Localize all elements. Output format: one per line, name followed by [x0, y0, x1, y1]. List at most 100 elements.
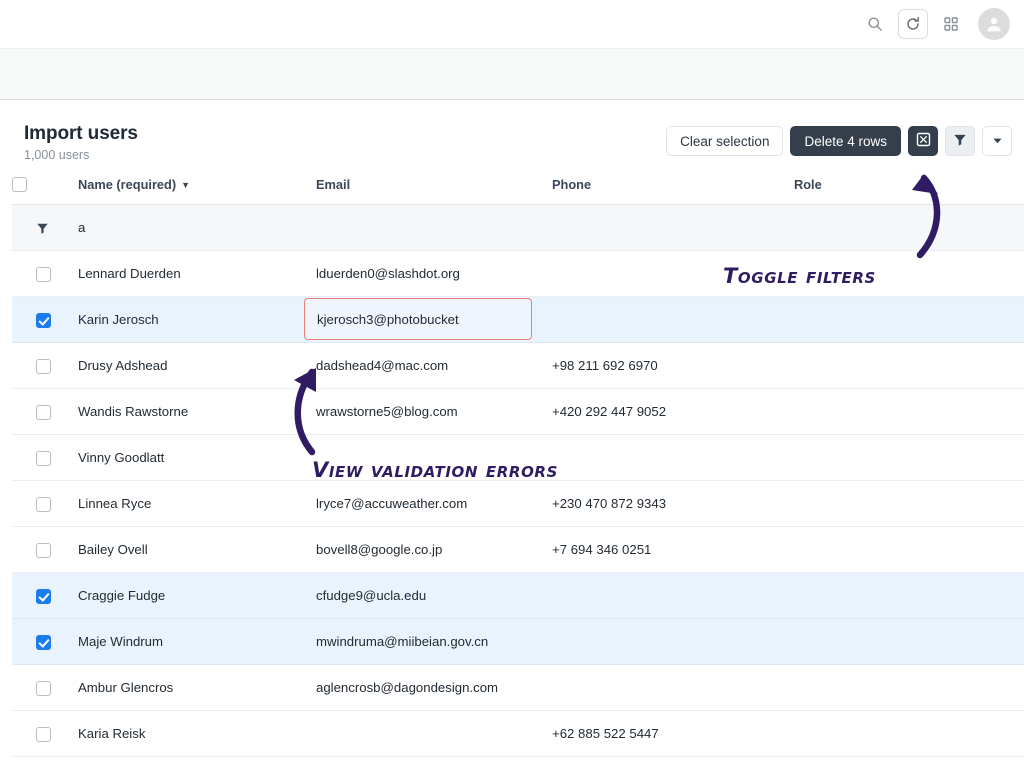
row-checkbox[interactable]	[36, 358, 51, 374]
table-row[interactable]: Vinny Goodlatt	[12, 434, 1024, 482]
row-checkbox[interactable]	[36, 266, 51, 282]
cell-name[interactable]: Karin Jerosch	[66, 296, 304, 344]
row-select-cell[interactable]	[12, 526, 66, 574]
row-select-cell[interactable]	[12, 480, 66, 528]
cell-phone[interactable]: +98 211 692 6970	[540, 342, 782, 390]
table-row[interactable]: Bailey Ovell bovell8@google.co.jp +7 694 3…	[12, 526, 1024, 574]
cell-role[interactable]	[782, 388, 1024, 436]
cell-name[interactable]: Craggie Fudge	[66, 572, 304, 620]
cell-email[interactable]: lryce7@accuweather.com	[304, 480, 540, 528]
cell-email[interactable]: cfudge9@ucla.edu	[304, 572, 540, 620]
row-select-cell[interactable]	[12, 342, 66, 390]
cell-email[interactable]: mwindruma@miibeian.gov.cn	[304, 618, 540, 666]
table-row[interactable]: Karia Reisk +62 885 522 5447	[12, 710, 1024, 758]
cell-email-error[interactable]: kjerosch3@photobucket	[304, 298, 532, 341]
filter-input-email[interactable]	[304, 204, 540, 252]
cell-email[interactable]: lduerden0@slashdot.org	[304, 250, 540, 298]
row-select-cell[interactable]	[12, 664, 66, 712]
cell-email[interactable]	[304, 710, 540, 758]
row-checkbox[interactable]	[36, 680, 51, 696]
view-validation-errors-button[interactable]	[908, 126, 938, 156]
filter-input-name[interactable]: a	[66, 204, 304, 252]
cell-email[interactable]: wrawstorne5@blog.com	[304, 388, 540, 436]
cell-name[interactable]: Bailey Ovell	[66, 526, 304, 574]
cell-role[interactable]	[782, 342, 1024, 390]
cell-role[interactable]	[782, 710, 1024, 758]
table-row[interactable]: Maje Windrum mwindruma@miibeian.gov.cn	[12, 618, 1024, 666]
row-checkbox[interactable]	[36, 542, 51, 558]
row-select-cell[interactable]	[12, 710, 66, 758]
reload-icon[interactable]	[898, 9, 928, 39]
row-checkbox[interactable]	[36, 404, 51, 420]
user-avatar-icon[interactable]	[978, 8, 1010, 40]
cell-phone[interactable]	[540, 296, 782, 344]
cell-phone[interactable]: +62 885 522 5447	[540, 710, 782, 758]
row-select-cell[interactable]	[12, 388, 66, 436]
cell-phone[interactable]: +230 470 872 9343	[540, 480, 782, 528]
row-select-cell[interactable]	[12, 296, 66, 344]
cell-phone[interactable]	[540, 664, 782, 712]
column-header-email[interactable]: Email	[304, 166, 540, 206]
apps-grid-icon[interactable]	[934, 7, 968, 41]
row-checkbox[interactable]	[36, 450, 51, 466]
cell-name[interactable]: Karia Reisk	[66, 710, 304, 758]
column-header-phone[interactable]: Phone	[540, 166, 782, 206]
cell-name[interactable]: Wandis Rawstorne	[66, 388, 304, 436]
cell-role[interactable]	[782, 664, 1024, 712]
toggle-filters-button[interactable]	[945, 126, 975, 156]
cell-name[interactable]: Ambur Glencros	[66, 664, 304, 712]
cell-name[interactable]: Drusy Adshead	[66, 342, 304, 390]
cell-role[interactable]	[782, 618, 1024, 666]
cell-phone[interactable]	[540, 434, 782, 482]
row-checkbox[interactable]	[36, 726, 51, 742]
filter-input-role[interactable]	[782, 204, 1024, 252]
row-select-cell[interactable]	[12, 572, 66, 620]
sort-caret-icon[interactable]: ▼	[181, 180, 190, 190]
cell-email[interactable]: kjerosch3@photobucket	[304, 296, 540, 344]
funnel-icon[interactable]	[36, 220, 49, 235]
more-options-button[interactable]	[982, 126, 1012, 156]
cell-phone[interactable]	[540, 618, 782, 666]
table-row[interactable]: Karin Jerosch kjerosch3@photobucket	[12, 296, 1024, 344]
search-icon[interactable]	[858, 7, 892, 41]
cell-role[interactable]	[782, 480, 1024, 528]
cell-email[interactable]: bovell8@google.co.jp	[304, 526, 540, 574]
cell-name[interactable]: Linnea Ryce	[66, 480, 304, 528]
table-row[interactable]: Craggie Fudge cfudge9@ucla.edu	[12, 572, 1024, 620]
row-checkbox[interactable]	[36, 312, 51, 328]
select-all-checkbox[interactable]	[12, 177, 27, 193]
table-row[interactable]: Wandis Rawstorne wrawstorne5@blog.com +420…	[12, 388, 1024, 436]
column-header-name[interactable]: Name (required) ▼	[66, 166, 304, 206]
cell-name[interactable]: Lennard Duerden	[66, 250, 304, 298]
table-row[interactable]: Linnea Ryce lryce7@accuweather.com +230 47…	[12, 480, 1024, 528]
clear-selection-button[interactable]: Clear selection	[666, 126, 784, 156]
row-checkbox[interactable]	[36, 496, 51, 512]
cell-role[interactable]	[782, 434, 1024, 482]
row-select-cell[interactable]	[12, 618, 66, 666]
cell-role[interactable]	[782, 572, 1024, 620]
cell-phone[interactable]: +7 694 346 0251	[540, 526, 782, 574]
select-all-header-cell[interactable]	[12, 166, 66, 206]
cell-role[interactable]	[782, 526, 1024, 574]
cell-email[interactable]: dadshead4@mac.com	[304, 342, 540, 390]
column-header-role[interactable]: Role	[782, 166, 1024, 206]
cell-email[interactable]: aglencrosb@dagondesign.com	[304, 664, 540, 712]
cell-name[interactable]: Maje Windrum	[66, 618, 304, 666]
delete-rows-button[interactable]: Delete 4 rows	[790, 126, 901, 156]
row-select-cell[interactable]	[12, 434, 66, 482]
row-checkbox[interactable]	[36, 634, 51, 650]
filter-input-phone[interactable]	[540, 204, 782, 252]
cell-role[interactable]	[782, 250, 1024, 298]
table-row[interactable]: Lennard Duerden lduerden0@slashdot.org	[12, 250, 1024, 298]
cell-role[interactable]	[782, 296, 1024, 344]
cell-phone[interactable]	[540, 250, 782, 298]
filter-row-icon-cell[interactable]	[12, 204, 66, 252]
row-checkbox[interactable]	[36, 588, 51, 604]
cell-phone[interactable]	[540, 572, 782, 620]
cell-name[interactable]: Vinny Goodlatt	[66, 434, 304, 482]
row-select-cell[interactable]	[12, 250, 66, 298]
cell-phone[interactable]: +420 292 447 9052	[540, 388, 782, 436]
table-row[interactable]: Ambur Glencros aglencrosb@dagondesign.com	[12, 664, 1024, 712]
table-row[interactable]: Drusy Adshead dadshead4@mac.com +98 211 69…	[12, 342, 1024, 390]
cell-email[interactable]	[304, 434, 540, 482]
